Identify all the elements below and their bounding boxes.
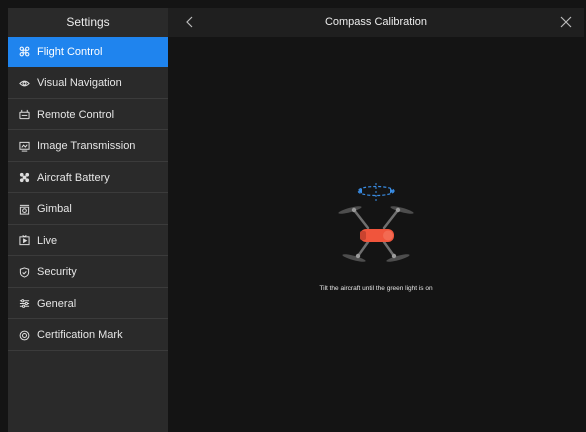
sidebar-item-label: Image Transmission: [37, 140, 136, 152]
sidebar-item-label: Live: [37, 234, 58, 247]
eye-icon: [18, 77, 30, 89]
remote-controller-icon: [18, 109, 30, 121]
sidebar-item-label: General: [37, 297, 77, 310]
image-transmission-icon: [18, 140, 30, 152]
sidebar-item-gimbal[interactable]: Gimbal: [8, 195, 168, 225]
aircraft-compass-illustration: [336, 180, 416, 280]
settings-sidebar: Settings Flight Control Visual Navigatio…: [8, 8, 168, 432]
sidebar-item-image-transmission[interactable]: Image Transmission: [8, 132, 168, 162]
sidebar-item-label: Security: [37, 266, 77, 278]
sidebar-item-live[interactable]: Live: [8, 226, 168, 256]
sidebar-item-general[interactable]: General: [8, 289, 168, 319]
sidebar-item-label: Visual Navigation: [37, 77, 122, 89]
calibration-instruction: Tilt the aircraft until the green light …: [319, 285, 433, 292]
battery-icon: [18, 172, 30, 184]
sidebar-item-certification-mark[interactable]: Certification Mark: [8, 321, 168, 351]
close-icon: [560, 16, 572, 28]
shield-icon: [18, 266, 30, 278]
sidebar-item-remote-control[interactable]: Remote Control: [8, 100, 168, 130]
sidebar-title: Settings: [66, 15, 110, 29]
sidebar-item-security[interactable]: Security: [8, 258, 168, 288]
sidebar-item-label: Aircraft Battery: [37, 171, 110, 184]
sidebar-item-flight-control[interactable]: Flight Control: [8, 37, 168, 67]
sidebar-item-label: Certification Mark: [37, 329, 123, 341]
close-button[interactable]: [558, 14, 574, 30]
sidebar-item-label: Gimbal: [37, 203, 72, 215]
sidebar-item-visual-navigation[interactable]: Visual Navigation: [8, 69, 168, 99]
sidebar-item-label: Flight Control: [37, 45, 103, 58]
top-bar: Compass Calibration: [168, 8, 584, 37]
gimbal-camera-icon: [18, 203, 30, 215]
sliders-icon: [18, 298, 30, 310]
sidebar-item-label: Remote Control: [37, 108, 115, 121]
drone-icon: [18, 46, 30, 58]
live-stream-icon: [18, 235, 30, 247]
main-panel: Compass Calibration Tilt the aircraft un…: [168, 8, 584, 432]
app-window: Settings Flight Control Visual Navigatio…: [8, 8, 584, 432]
page-title: Compass Calibration: [324, 16, 428, 28]
sidebar-item-aircraft-battery[interactable]: Aircraft Battery: [8, 163, 168, 193]
settings-menu: Flight Control Visual Navigation Remote …: [8, 37, 168, 351]
certification-icon: [18, 329, 30, 341]
